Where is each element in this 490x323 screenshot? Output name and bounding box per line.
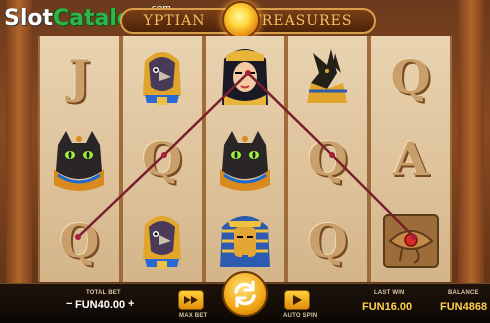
spin-arrows-icon	[234, 280, 256, 308]
reel-2-cell-2: Q	[123, 118, 202, 200]
game-title-left: YPTIAN	[143, 13, 206, 29]
reels-area: J Q Q Q Q Q A	[38, 36, 452, 282]
reel-1-cell-2	[40, 118, 119, 200]
reel-5: Q A	[369, 36, 452, 282]
reel-4-cell-1	[288, 36, 367, 118]
balance-clip: FUN4868	[440, 299, 490, 315]
symbol-j: J	[68, 50, 91, 104]
logo-slot-text: Slot	[4, 6, 54, 31]
reel-1: J Q	[38, 36, 121, 282]
auto-spin-button[interactable]	[284, 290, 310, 310]
reel-2: Q	[120, 36, 204, 282]
reel-5-cell-3	[371, 200, 450, 282]
symbol-black-cat	[219, 131, 270, 191]
temple-column-left	[6, 0, 32, 285]
increase-bet-button[interactable]: +	[128, 298, 134, 310]
reel-4: Q Q	[286, 36, 370, 282]
sun-emblem-icon	[222, 1, 260, 39]
balance-value: FUN4868	[440, 301, 488, 313]
fast-forward-icon	[184, 296, 198, 304]
reel-1-cell-3: Q	[40, 200, 119, 282]
reel-4-cell-2: Q	[288, 118, 367, 200]
reel-4-cell-3: Q	[288, 200, 367, 282]
reel-5-cell-2: A	[371, 118, 450, 200]
balance-label: BALANCE	[448, 290, 479, 296]
last-win-value: FUN16.00	[362, 301, 413, 313]
auto-spin-label: AUTO SPIN	[283, 313, 318, 319]
symbol-a: A	[392, 132, 429, 186]
reel-5-cell-1: Q	[371, 36, 450, 118]
spin-button[interactable]	[222, 271, 268, 317]
reel-3-cell-2	[206, 118, 285, 200]
game-title-right: TREASURES	[251, 13, 353, 29]
symbol-horus	[143, 52, 182, 105]
symbol-q: Q	[390, 50, 431, 104]
symbol-pharaoh	[219, 216, 270, 267]
symbol-q: Q	[307, 132, 348, 186]
symbol-eye-of-horus	[382, 214, 439, 268]
symbol-q: Q	[307, 214, 348, 268]
max-bet-label: MAX BET	[179, 313, 208, 319]
symbol-q: Q	[59, 214, 100, 268]
symbol-anubis	[306, 49, 347, 103]
total-bet-label: TOTAL BET	[86, 290, 121, 296]
decrease-bet-button[interactable]: −	[66, 298, 72, 310]
play-icon	[293, 295, 302, 305]
reel-2-cell-1	[123, 36, 202, 118]
symbol-cleopatra	[221, 49, 268, 105]
symbol-black-cat	[54, 131, 105, 191]
reel-1-cell-1: J	[40, 36, 119, 118]
reel-2-cell-3	[123, 200, 202, 282]
symbol-horus	[143, 216, 182, 269]
temple-column-right	[458, 0, 484, 285]
symbol-q: Q	[142, 132, 183, 186]
max-bet-button[interactable]	[178, 290, 204, 310]
reel-3-cell-1	[206, 36, 285, 118]
last-win-label: LAST WIN	[374, 290, 405, 296]
total-bet-value: FUN40.00	[75, 299, 126, 311]
reel-3-cell-3	[206, 200, 285, 282]
reel-3	[203, 36, 287, 282]
